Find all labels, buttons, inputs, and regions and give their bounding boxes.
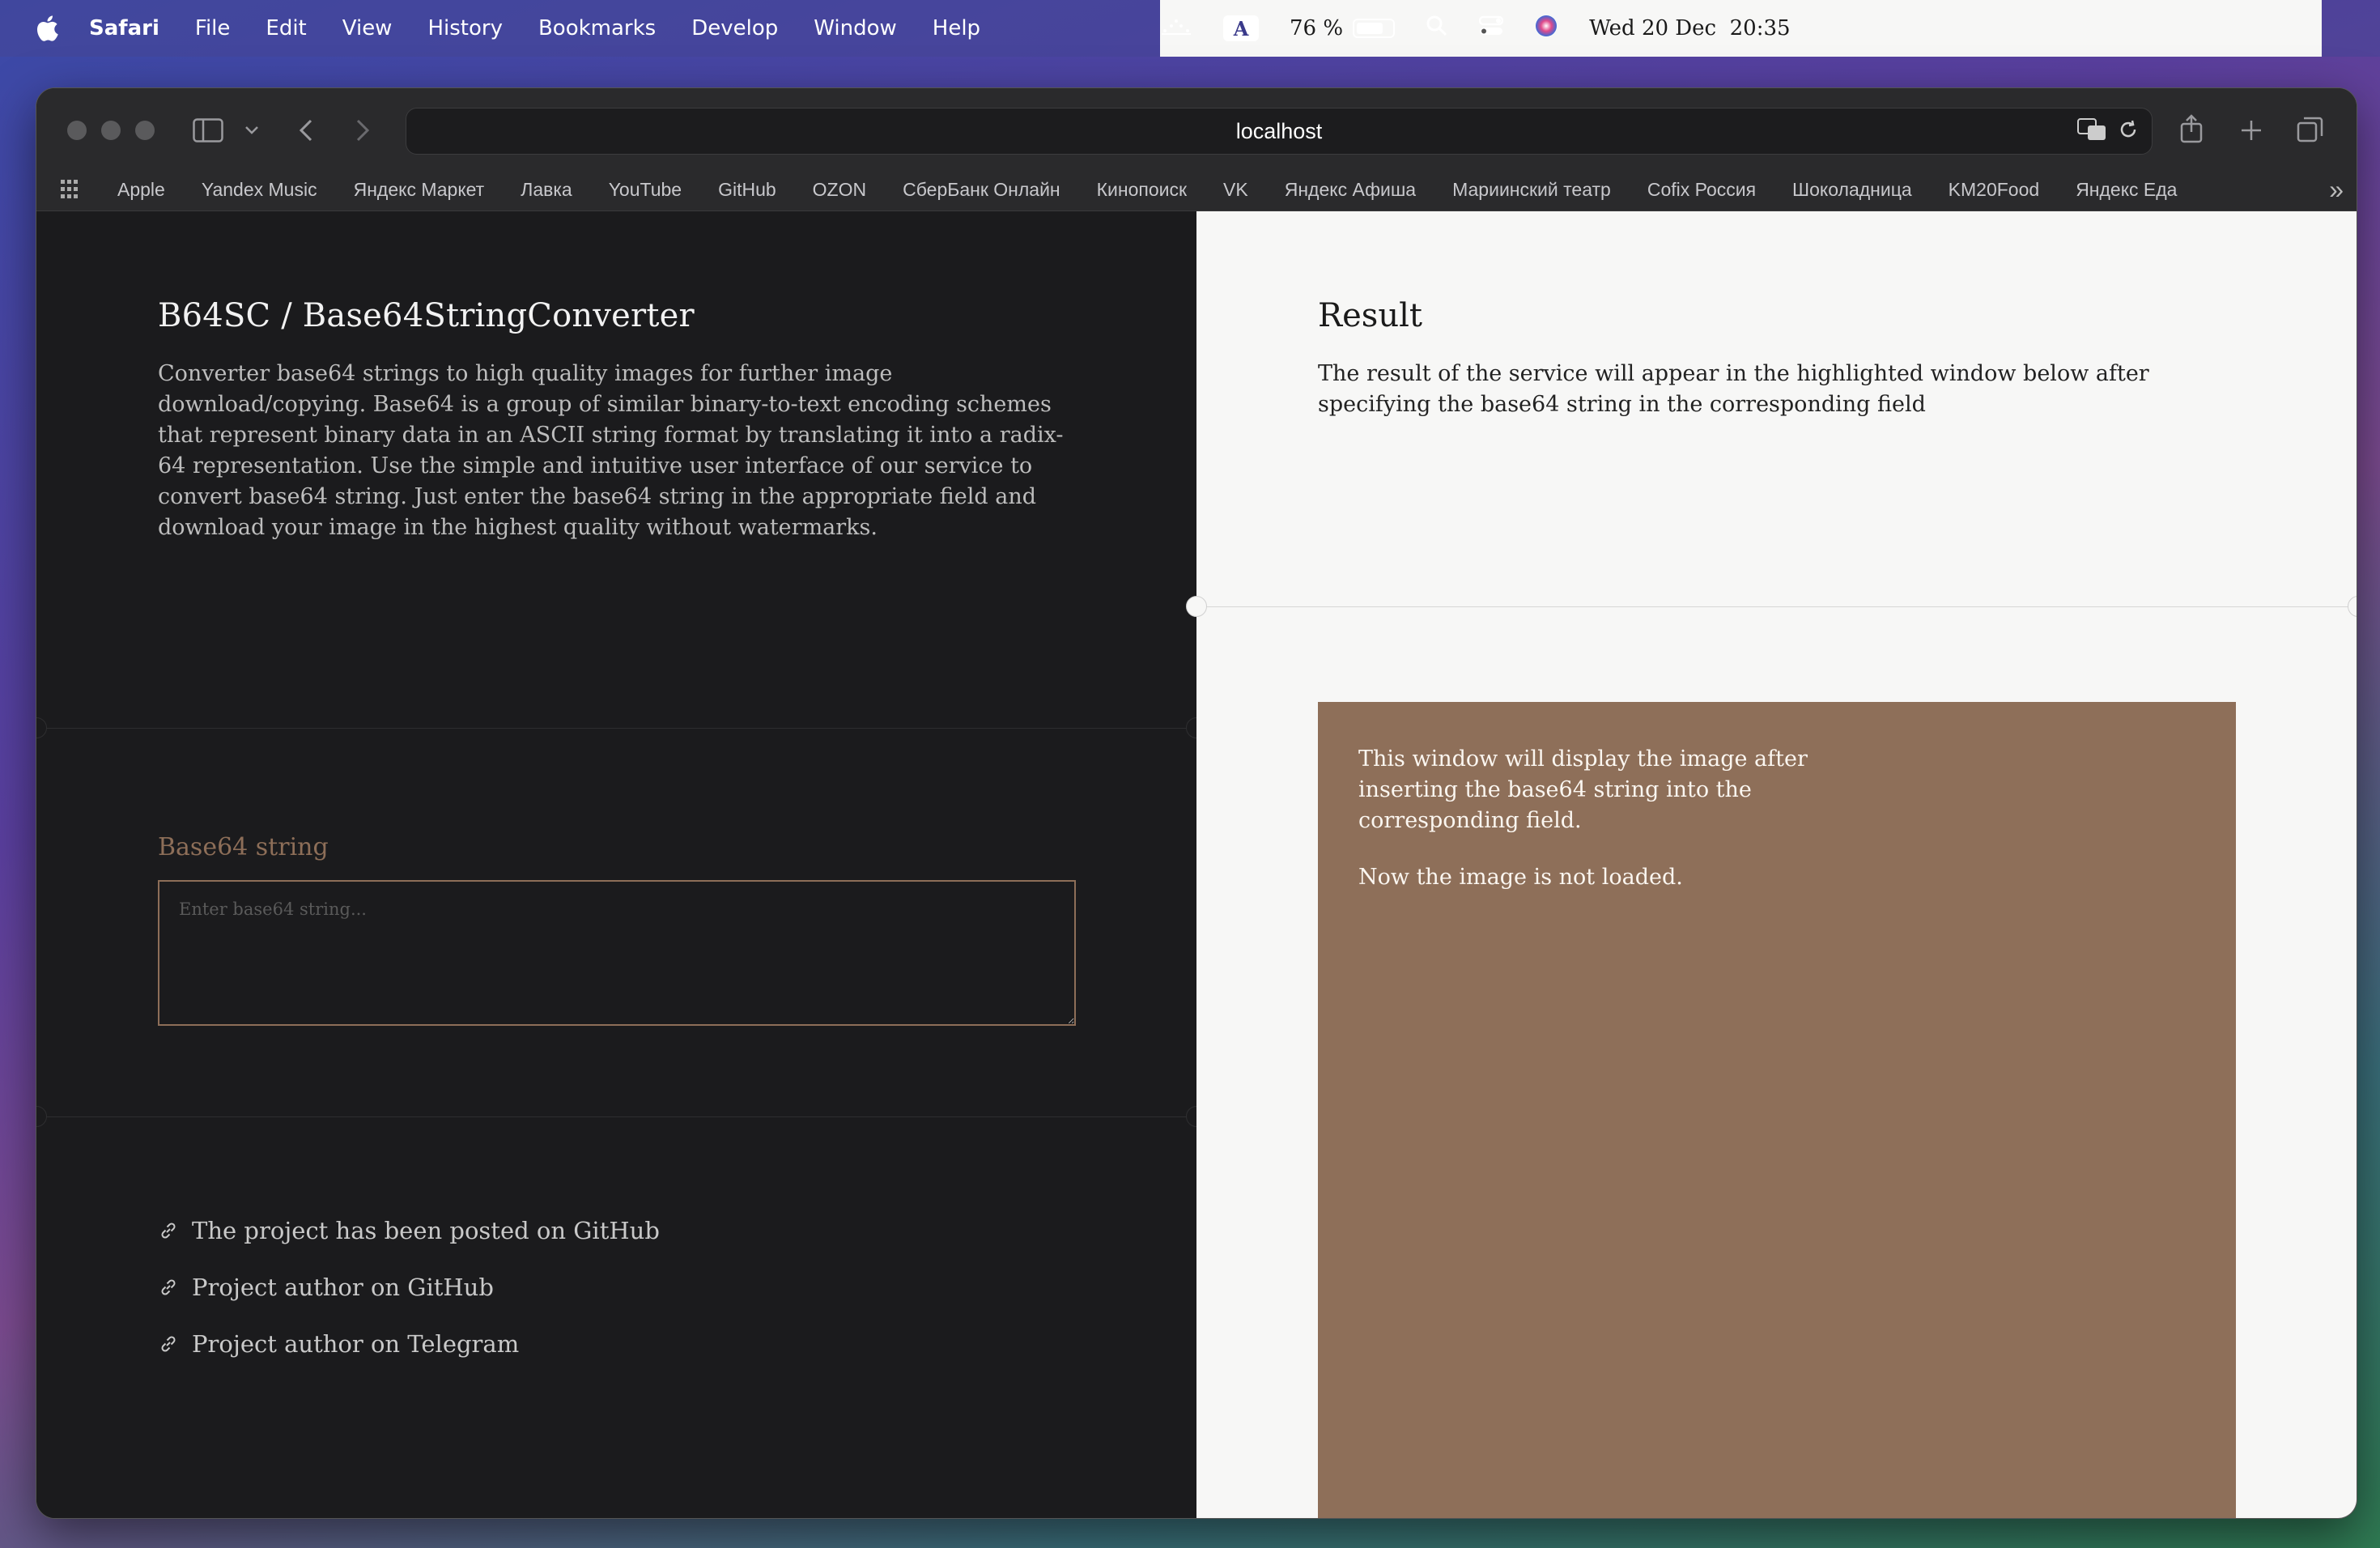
menu-edit[interactable]: Edit [266, 16, 306, 40]
bookmark-item[interactable]: Яндекс Афиша [1285, 179, 1416, 201]
new-tab-icon[interactable] [2237, 116, 2266, 145]
browser-toolbar: localhost Apple Yandex Music Яндекс Марк… [36, 88, 2357, 211]
link-text: Project author on GitHub [192, 1274, 494, 1301]
siri-icon[interactable] [1534, 14, 1558, 44]
divider-node [36, 717, 47, 738]
section-divider [36, 728, 1196, 729]
link-text: Project author on Telegram [192, 1330, 520, 1358]
section-divider [36, 1116, 1196, 1117]
menu-file[interactable]: File [195, 16, 231, 40]
result-image-window: This window will display the image after… [1318, 702, 2236, 1518]
window-controls [67, 121, 155, 140]
menu-view[interactable]: View [342, 16, 393, 40]
divider-node [36, 1106, 47, 1127]
result-title: Result [1318, 297, 1422, 334]
base64-input[interactable] [158, 880, 1076, 1026]
result-placeholder-message: This window will display the image after… [1358, 746, 1808, 833]
bookmark-item[interactable]: Apple [117, 179, 165, 201]
spotlight-search-icon[interactable] [1426, 15, 1448, 43]
link-icon [161, 1223, 176, 1239]
chevron-double-right-icon[interactable]: » [2329, 175, 2344, 205]
favorites-bar: Apple Yandex Music Яндекс Маркет Лавка Y… [36, 168, 2357, 211]
link-icon [161, 1279, 176, 1295]
github-project-link[interactable]: The project has been posted on GitHub [158, 1202, 660, 1259]
menu-bookmarks[interactable]: Bookmarks [538, 16, 656, 40]
section-divider [1196, 606, 2357, 607]
back-button-icon[interactable] [294, 116, 318, 145]
menu-app-name[interactable]: Safari [89, 16, 159, 40]
github-author-link[interactable]: Project author on GitHub [158, 1259, 660, 1316]
bookmark-item[interactable]: VK [1223, 179, 1248, 201]
close-window-button[interactable] [67, 121, 87, 140]
battery-icon [1353, 19, 1396, 38]
link-icon [161, 1336, 176, 1352]
sidebar-toggle-icon[interactable] [192, 116, 224, 145]
tab-overview-icon[interactable] [2295, 114, 2326, 145]
result-status-message: Now the image is not loaded. [1358, 865, 1683, 890]
url-text: localhost [1235, 118, 1323, 143]
menu-develop[interactable]: Develop [691, 16, 778, 40]
bookmark-item[interactable]: Шоколадница [1792, 179, 1912, 201]
bookmark-item[interactable]: Cofix Россия [1647, 179, 1756, 201]
bookmark-item[interactable]: GitHub [718, 179, 776, 201]
bookmark-item[interactable]: Yandex Music [202, 179, 317, 201]
stage-manager-icon[interactable] [1160, 16, 1192, 41]
divider-node [1186, 596, 1207, 617]
menu-history[interactable]: History [427, 16, 503, 40]
links-list: The project has been posted on GitHub Pr… [158, 1202, 660, 1372]
result-description: The result of the service will appear in… [1318, 361, 2149, 417]
control-center-icon[interactable] [1478, 15, 1504, 42]
menu-bar: Safari File Edit View History Bookmarks … [0, 0, 2380, 57]
page-title: B64SC / Base64StringConverter [158, 297, 695, 334]
link-text: The project has been posted on GitHub [192, 1217, 660, 1244]
web-page: B64SC / Base64StringConverter Converter … [36, 211, 2357, 1518]
page-description: Converter base64 strings to high quality… [158, 361, 1064, 540]
bookmark-item[interactable]: Мариинский театр [1452, 179, 1611, 201]
bookmark-item[interactable]: OZON [813, 179, 866, 201]
menu-help[interactable]: Help [933, 16, 980, 40]
menubar-clock[interactable]: Wed 20 Dec 20:35 [1589, 16, 1791, 40]
battery-status[interactable]: 76 % [1290, 16, 1396, 40]
bookmark-item[interactable]: Лавка [521, 179, 572, 201]
result-panel: Result The result of the service will ap… [1186, 211, 2357, 1518]
bookmark-item[interactable]: Яндекс Маркет [354, 179, 485, 201]
input-source-icon[interactable]: A [1223, 15, 1259, 41]
bookmark-item[interactable]: Кинопоиск [1097, 179, 1187, 201]
apps-grid-icon[interactable] [61, 180, 80, 199]
apple-menu-icon[interactable] [32, 14, 62, 43]
bookmark-item[interactable]: KM20Food [1949, 179, 2040, 201]
minimize-window-button[interactable] [101, 121, 121, 140]
reload-icon[interactable] [2118, 119, 2139, 146]
bookmark-item[interactable]: СберБанк Онлайн [903, 179, 1060, 201]
converter-panel: B64SC / Base64StringConverter Converter … [36, 211, 1207, 1518]
zoom-window-button[interactable] [135, 121, 155, 140]
browser-window: localhost Apple Yandex Music Яндекс Марк… [36, 87, 2357, 1519]
telegram-author-link[interactable]: Project author on Telegram [158, 1316, 660, 1372]
divider-node [2348, 596, 2357, 617]
share-icon[interactable] [2177, 113, 2206, 145]
battery-percent: 76 % [1290, 16, 1344, 40]
menu-window[interactable]: Window [814, 16, 897, 40]
bookmark-item[interactable]: YouTube [609, 179, 682, 201]
forward-button-icon[interactable] [351, 116, 375, 145]
bookmark-item[interactable]: Яндекс Еда [2076, 179, 2177, 201]
translate-icon[interactable] [2077, 117, 2106, 147]
address-bar[interactable]: localhost [406, 108, 2153, 155]
chevron-down-icon[interactable] [242, 121, 261, 140]
base64-field-label: Base64 string [158, 833, 329, 861]
